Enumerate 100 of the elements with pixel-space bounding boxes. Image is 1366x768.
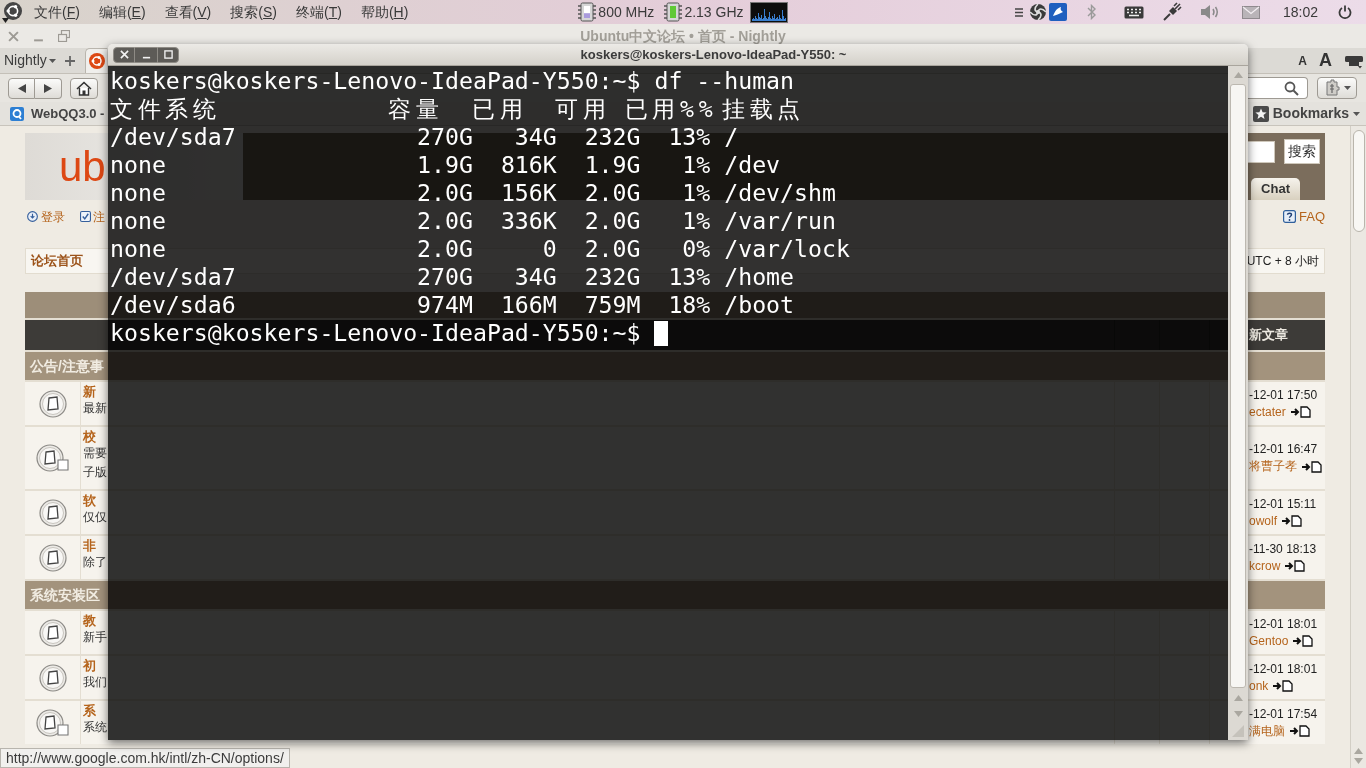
plug-icon[interactable] — [1161, 2, 1182, 22]
menu-item[interactable]: 搜索(S) — [230, 1, 277, 23]
arrow-page-icon[interactable] — [1293, 635, 1314, 647]
status-bar: http://www.google.com.hk/intl/zh-CN/options/ — [0, 748, 290, 768]
bird-tile-icon[interactable] — [1048, 3, 1067, 21]
resize-grip-icon[interactable] — [1231, 724, 1245, 738]
close-button[interactable] — [113, 46, 135, 63]
forum-title[interactable]: 初 — [83, 658, 96, 674]
caret-icon — [1343, 86, 1351, 90]
menu-item[interactable]: 文件(F) — [34, 1, 80, 23]
search-button[interactable]: 搜索 — [1284, 139, 1320, 164]
post-time: -12-01 15:11 — [1249, 495, 1317, 513]
home-button[interactable] — [70, 77, 98, 99]
post-time: -12-01 18:01 — [1249, 615, 1318, 633]
bookmark-link[interactable]: WebQQ3.0 - — [31, 103, 105, 124]
text-size-button[interactable]: A — [1298, 51, 1307, 70]
register-link[interactable]: 注 — [93, 207, 105, 226]
pages-circle-icon — [35, 444, 70, 472]
search-icon[interactable] — [1284, 80, 1299, 96]
star-tile-icon — [1252, 105, 1269, 122]
swirl-icon[interactable] — [1028, 3, 1047, 21]
tile-icon — [10, 106, 24, 121]
forum-description: 仅仅 — [83, 509, 107, 525]
arrow-page-icon[interactable] — [1273, 680, 1294, 692]
breadcrumb-link[interactable]: 论坛首页 — [31, 251, 83, 271]
output-line: none 2.0G 336K 2.0G 1% /var/run — [110, 207, 836, 235]
keyboard-icon[interactable] — [1123, 5, 1144, 19]
post-author[interactable]: 将曹子孝 — [1249, 458, 1297, 475]
menu-item[interactable]: 帮助(H) — [360, 1, 409, 23]
site-tab[interactable]: Chat — [1251, 178, 1300, 200]
addon-button[interactable] — [1317, 77, 1357, 99]
search-field[interactable] — [1248, 77, 1308, 99]
subforum-label: 子版 — [83, 464, 107, 480]
output-line: 文件系统 容量 已用 可用 已用%% 挂载点 — [110, 95, 806, 123]
arrow-page-icon[interactable] — [1285, 560, 1306, 572]
maximize-button[interactable] — [157, 46, 179, 63]
post-author[interactable]: ectater — [1249, 403, 1286, 421]
forum-title[interactable]: 非 — [83, 538, 96, 554]
output-line: /dev/sda7 270G 34G 232G 13% /home — [110, 263, 795, 291]
output-line: none 2.0G 156K 2.0G 1% /dev/shm — [110, 179, 836, 207]
forum-title[interactable]: 教 — [83, 613, 96, 629]
chip-icon — [664, 2, 683, 22]
command-line: koskers@koskers-Lenovo-IdeaPad-Y550:~$ df --human — [110, 67, 795, 95]
arrow-page-icon[interactable] — [1282, 515, 1302, 527]
text-size-button[interactable]: A — [1319, 47, 1332, 74]
post-author[interactable]: 满电脑 — [1249, 722, 1285, 740]
plus-icon[interactable] — [64, 55, 75, 66]
arrow-page-icon[interactable] — [1290, 725, 1310, 737]
cpu-frequency: 2.13 GHz — [684, 2, 744, 22]
forward-button[interactable] — [35, 77, 62, 99]
forward-icon — [44, 83, 52, 93]
arrow-page-icon[interactable] — [1290, 406, 1311, 418]
power-icon[interactable] — [1338, 5, 1352, 19]
post-time: -11-30 18:13 — [1249, 540, 1317, 558]
logo-wordmark: ub — [59, 142, 106, 191]
clock: 18:02 — [1282, 2, 1318, 22]
chip-icon — [578, 2, 597, 22]
speaker-icon[interactable] — [1199, 4, 1220, 20]
output-line: /dev/sda6 974M 166M 759M 18% /boot — [110, 291, 795, 319]
help-icon[interactable] — [1283, 210, 1296, 223]
list-icon[interactable] — [1014, 7, 1023, 17]
bookmarks-menu[interactable]: Bookmarks — [1252, 103, 1360, 124]
maximize-icon[interactable] — [163, 50, 173, 59]
minimize-button[interactable] — [135, 46, 157, 63]
output-line: none 1.9G 816K 1.9G 1% /dev — [110, 151, 781, 179]
arrow-in-circle-icon[interactable] — [27, 211, 38, 222]
forum-title[interactable]: 新 — [83, 384, 96, 400]
faq-link[interactable]: FAQ — [1299, 206, 1325, 227]
page-circle-icon — [38, 618, 67, 647]
back-icon — [17, 83, 26, 93]
menu-item[interactable]: 终端(T) — [295, 1, 342, 23]
post-author[interactable]: Gentoo — [1249, 632, 1289, 650]
menu-item[interactable]: 编辑(E) — [98, 1, 146, 23]
page-circle-icon — [38, 663, 67, 692]
prompt-text: koskers@koskers-Lenovo-IdeaPad-Y550:~$ — [110, 319, 641, 347]
check-box-icon[interactable] — [80, 211, 91, 222]
scrollbar-thumb[interactable] — [1230, 84, 1246, 688]
menu-item[interactable]: 查看(V) — [164, 1, 212, 23]
forum-description: 需要 — [83, 445, 107, 461]
forum-title[interactable]: 校 — [83, 429, 96, 445]
cpu-frequency: 800 MHz — [598, 2, 655, 22]
forum-title[interactable]: 软 — [83, 493, 96, 509]
post-author[interactable]: owolf — [1249, 512, 1277, 530]
ring-logo-icon[interactable] — [2, 1, 22, 23]
envelope-icon[interactable] — [1241, 5, 1260, 19]
forum-title[interactable]: 系 — [83, 703, 96, 719]
output-line: none 2.0G 0 2.0G 0% /var/lock — [110, 235, 850, 263]
app-menu-button[interactable]: Nightly — [0, 48, 56, 73]
arrow-page-icon[interactable] — [1302, 460, 1322, 473]
page-circle-icon — [38, 498, 67, 527]
post-author[interactable]: onk — [1249, 677, 1269, 695]
puzzle-icon — [1323, 79, 1340, 97]
forum-description: 系统 — [83, 719, 107, 735]
browser-tab[interactable] — [84, 48, 107, 73]
post-author[interactable]: kcrow — [1249, 557, 1281, 575]
ring-icon — [88, 53, 105, 69]
login-link[interactable]: 登录 — [41, 207, 65, 226]
terminal-title: koskers@koskers-Lenovo-IdeaPad-Y550: ~ — [579, 45, 848, 64]
back-button[interactable] — [8, 77, 35, 99]
scrollbar-thumb[interactable] — [1352, 130, 1365, 232]
